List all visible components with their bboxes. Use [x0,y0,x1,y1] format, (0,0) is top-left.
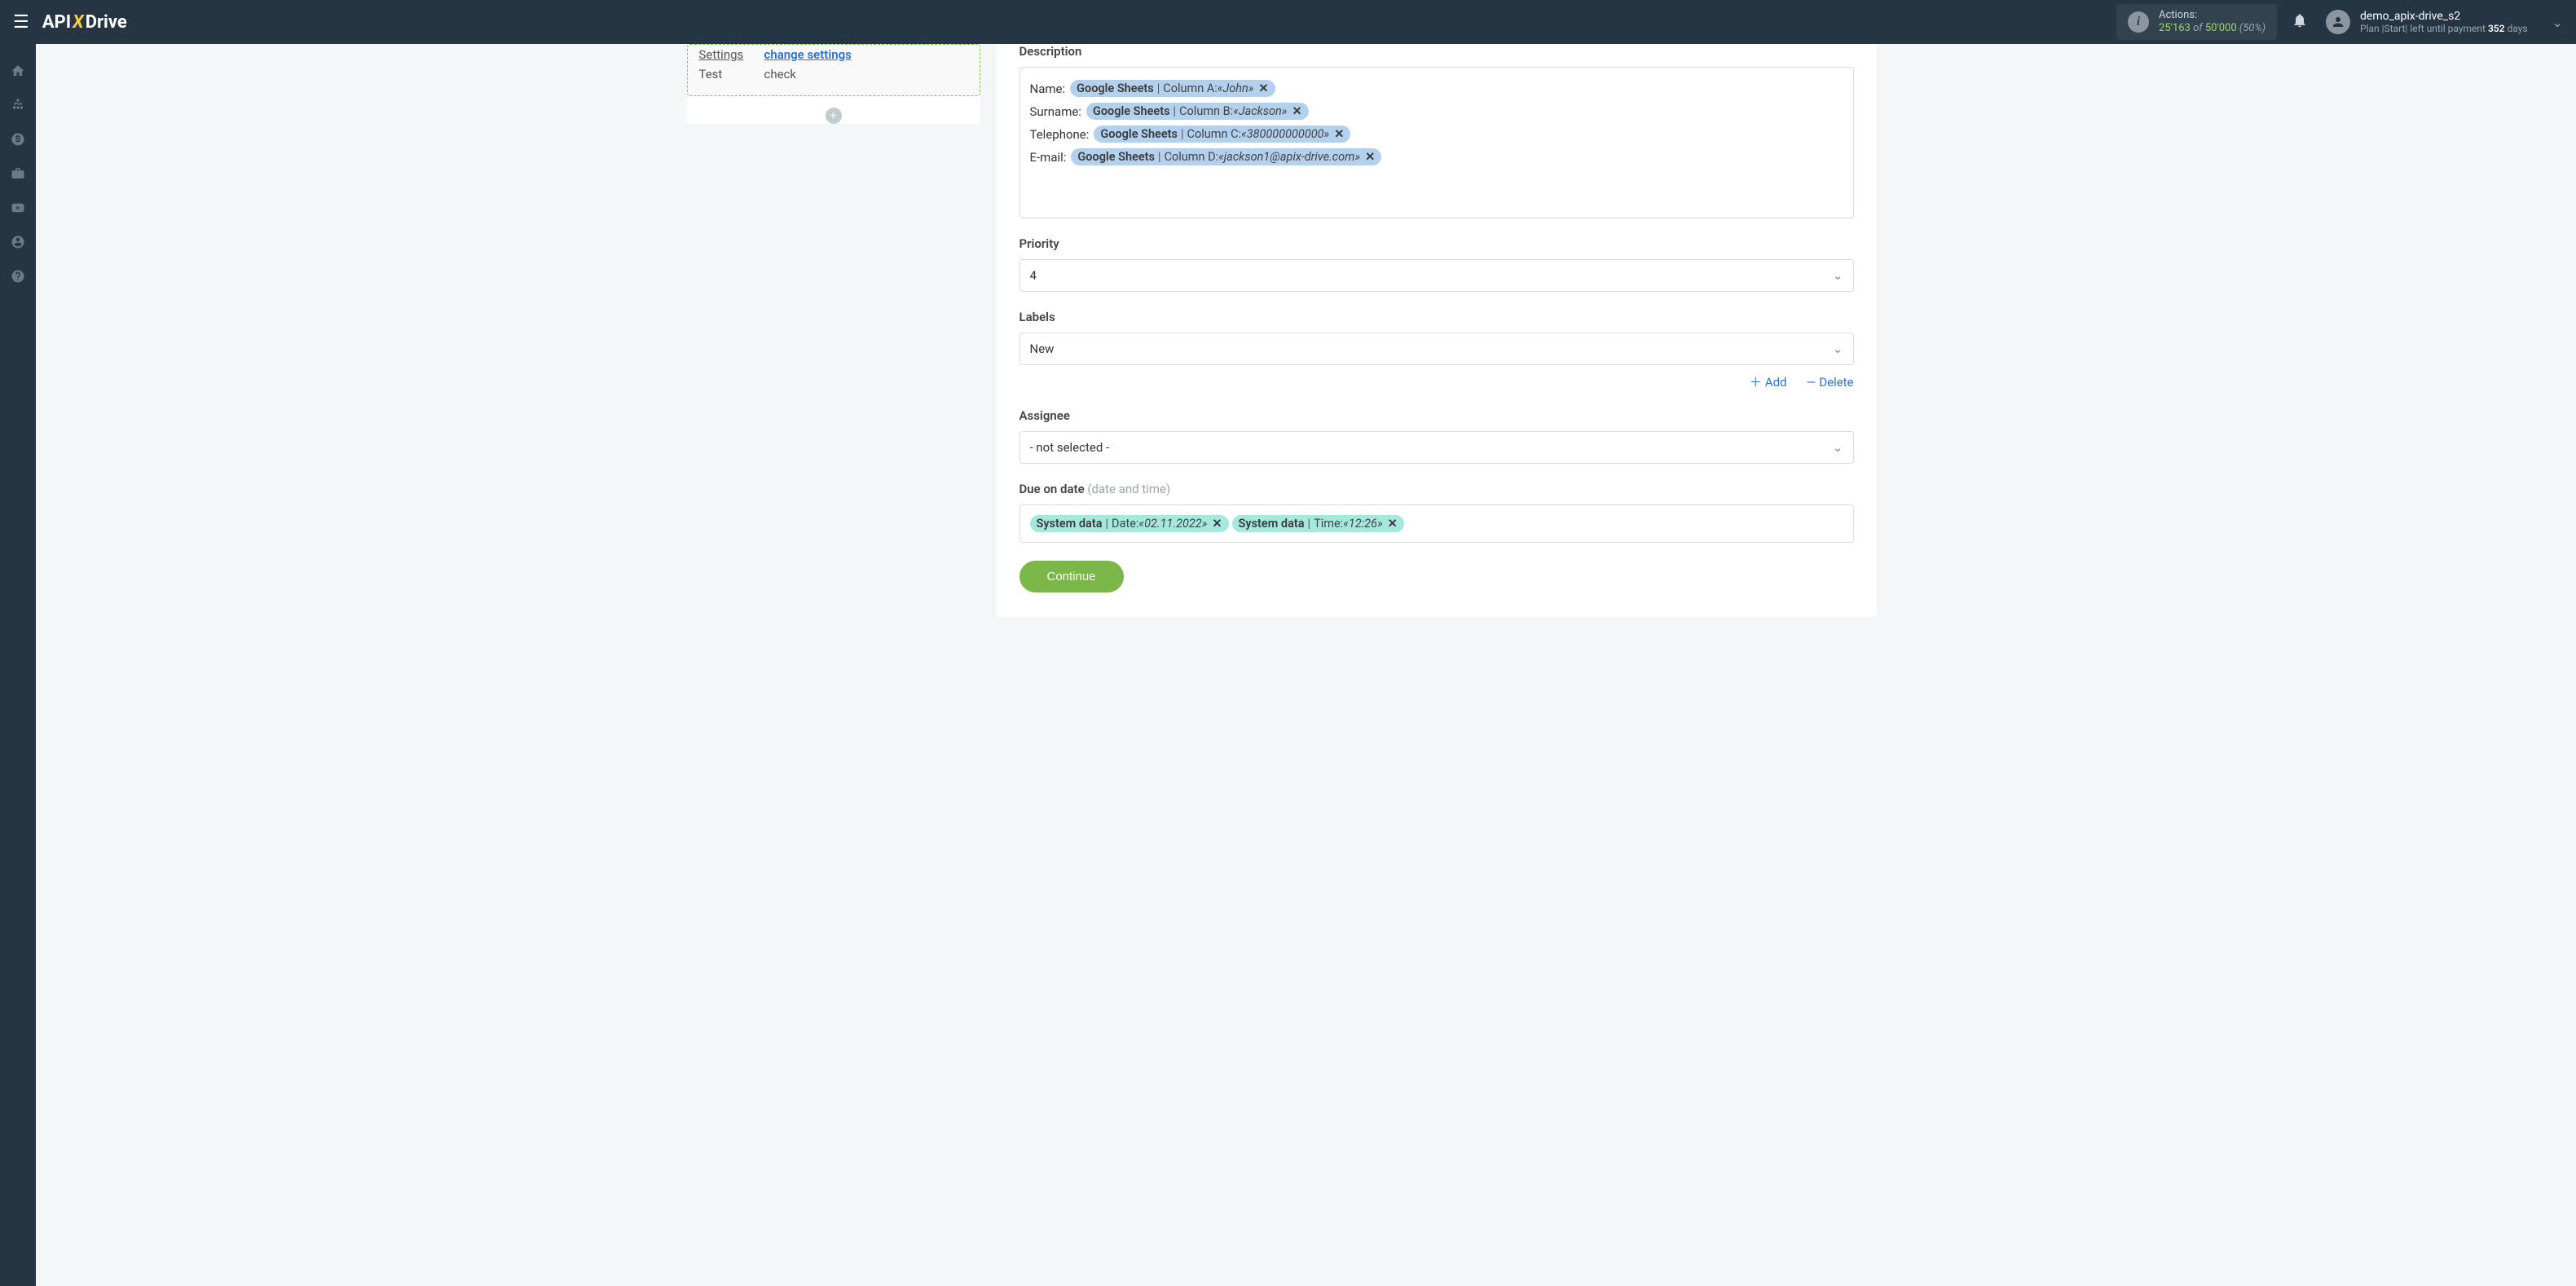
assignee-label: Assignee [1019,408,1854,423]
nav-home-icon[interactable] [0,54,36,88]
add-step-button[interactable]: + [826,108,842,124]
add-button[interactable]: ＋Add [1750,373,1787,390]
logo-text-x: X [73,12,84,33]
due-date-field[interactable]: System data|Date: «02.11.2022»✕System da… [1019,504,1854,543]
actions-used: 25'163 [2159,22,2191,34]
logo-text-post: Drive [86,12,127,33]
settings-row-label: Test [699,67,764,81]
nav-sitemap-icon[interactable] [0,88,36,122]
remove-tag-icon[interactable]: ✕ [1388,517,1398,531]
variable-tag[interactable]: System data|Date: «02.11.2022»✕ [1030,515,1229,532]
field-prefix: Name: [1030,81,1066,96]
continue-button[interactable]: Continue [1019,561,1124,592]
variable-tag[interactable]: Google Sheets|Column C: «380000000000»✕ [1094,126,1350,143]
actions-counter[interactable]: i Actions: 25'163 of 50'000 (50%) [2116,4,2277,39]
chevron-down-icon: ⌄ [2552,15,2563,30]
priority-value: 4 [1030,268,1037,283]
variable-tag[interactable]: Google Sheets|Column D: «jackson1@apix-d… [1071,148,1381,165]
sidebar [0,44,36,1286]
info-icon: i [2128,11,2149,33]
actions-total: 50'000 [2205,22,2237,34]
minus-icon: — [1807,375,1816,390]
avatar-icon [2326,10,2350,34]
description-line: Name: Google Sheets|Column A: «John»✕ [1030,78,1843,99]
actions-pct: (50%) [2239,22,2266,34]
logo-text-pre: API [42,12,71,33]
nav-briefcase-icon[interactable] [0,156,36,191]
settings-row: Settingschange settings [699,45,968,64]
remove-tag-icon[interactable]: ✕ [1258,81,1268,95]
chevron-down-icon: ⌄ [1833,440,1843,455]
labels-label: Labels [1019,310,1854,324]
description-field[interactable]: Name: Google Sheets|Column A: «John»✕ Surn… [1019,67,1854,218]
priority-label: Priority [1019,236,1854,251]
hamburger-icon[interactable]: ☰ [13,12,29,33]
change-settings-link[interactable]: change settings [764,47,852,62]
step-settings-box: Settingschange settingsTestcheck [687,44,980,96]
priority-select[interactable]: 4 ⌄ [1019,259,1854,292]
variable-tag[interactable]: Google Sheets|Column A: «John»✕ [1070,80,1275,97]
user-name: demo_apix-drive_s2 [2360,10,2528,23]
settings-row-value: check [764,67,797,81]
field-prefix: Surname: [1030,104,1081,119]
plus-icon: ＋ [1750,373,1762,390]
field-prefix: Telephone: [1030,127,1090,142]
field-prefix: E-mail: [1030,150,1067,165]
settings-row-label: Settings [699,47,764,62]
delete-button[interactable]: —Delete [1807,373,1854,390]
remove-tag-icon[interactable]: ✕ [1334,127,1344,141]
remove-tag-icon[interactable]: ✕ [1292,104,1301,118]
chevron-down-icon: ⌄ [1833,268,1843,283]
nav-youtube-icon[interactable] [0,191,36,225]
logo[interactable]: API X Drive [42,12,127,33]
nav-account-icon[interactable] [0,225,36,259]
assignee-select[interactable]: - not selected - ⌄ [1019,431,1854,464]
labels-select[interactable]: New ⌄ [1019,333,1854,365]
variable-tag[interactable]: Google Sheets|Column B: «Jackson»✕ [1086,103,1309,120]
remove-tag-icon[interactable]: ✕ [1365,150,1375,164]
actions-label: Actions: [2159,9,2266,22]
assignee-value: - not selected - [1030,440,1110,455]
labels-value: New [1030,341,1055,356]
nav-help-icon[interactable] [0,259,36,293]
bell-icon[interactable] [2292,12,2308,33]
description-line: Telephone: Google Sheets|Column C: «38000… [1030,124,1843,144]
chevron-down-icon: ⌄ [1833,341,1843,356]
description-line: E-mail: Google Sheets|Column D: «jackson1… [1030,147,1843,167]
plan-info: Plan |Start| left until payment 352 days [2360,23,2528,34]
nav-billing-icon[interactable] [0,122,36,156]
settings-row: Testcheck [699,64,968,84]
app-header: ☰ API X Drive i Actions: 25'163 of 50'00… [0,0,2576,44]
description-label: Description [1019,44,1854,59]
due-label: Due on date (date and time) [1019,482,1854,496]
description-line: Surname: Google Sheets|Column B: «Jackson… [1030,101,1843,121]
remove-tag-icon[interactable]: ✕ [1212,517,1222,531]
user-menu[interactable]: demo_apix-drive_s2 Plan |Start| left unt… [2326,10,2563,34]
variable-tag[interactable]: System data|Time: «12:26»✕ [1232,515,1404,532]
